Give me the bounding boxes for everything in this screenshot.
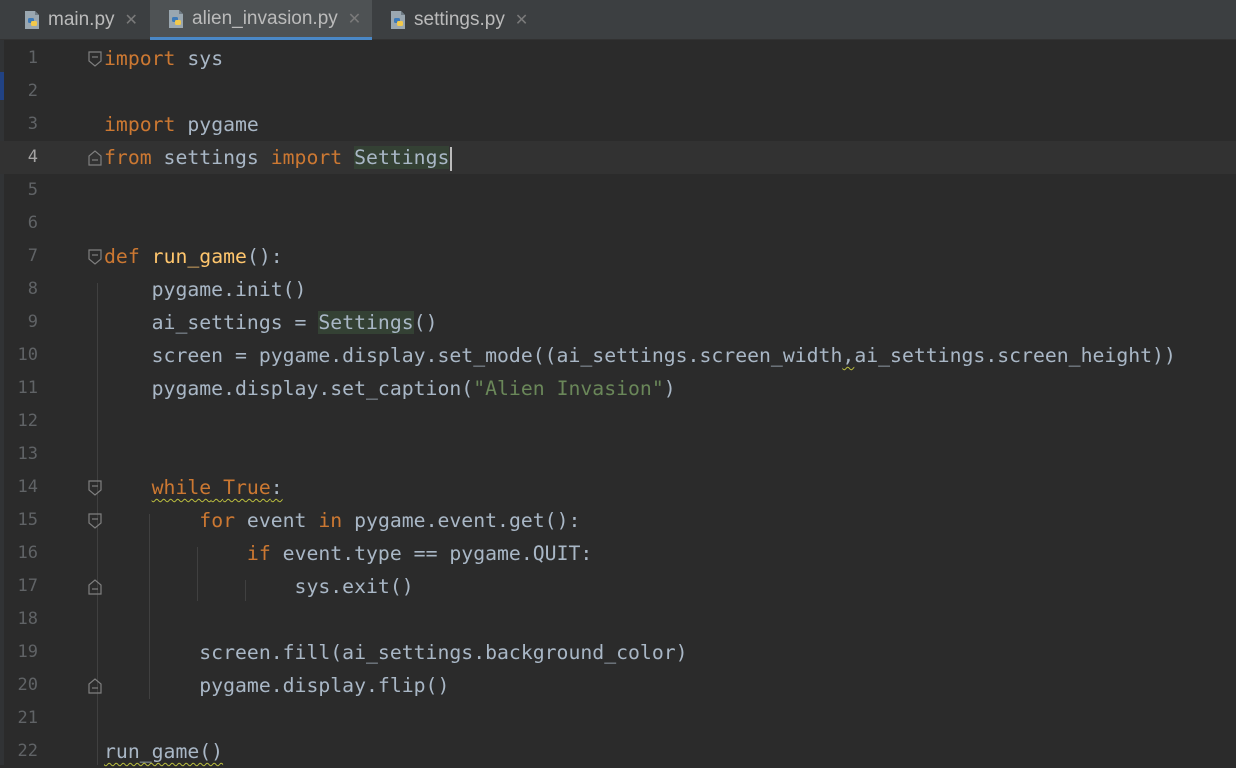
line-number: 18 (17, 609, 38, 629)
code-line[interactable]: 5 (0, 174, 1236, 207)
line-number: 3 (27, 114, 38, 134)
code-text: def run_game(): (104, 245, 283, 268)
code-line[interactable]: 7 def run_game(): (0, 240, 1236, 273)
code-editor[interactable]: 1 import sys 2 3 import pygame 4 from se… (0, 40, 1236, 765)
line-number: 9 (27, 312, 38, 332)
code-line[interactable]: 8 pygame.init() (0, 273, 1236, 306)
fold-open-icon[interactable] (88, 513, 102, 529)
code-text: import sys (104, 47, 224, 70)
text-caret (450, 146, 453, 171)
code-line[interactable]: 1 import sys (0, 42, 1236, 75)
code-text: pygame.init() (104, 278, 307, 301)
close-icon[interactable]: ✕ (515, 10, 528, 30)
code-text: ai_settings = Settings() (104, 311, 438, 334)
line-number: 10 (17, 345, 38, 365)
code-line[interactable]: 9 ai_settings = Settings() (0, 306, 1236, 339)
line-number: 20 (17, 675, 38, 695)
line-number: 14 (17, 477, 38, 497)
line-number: 2 (27, 81, 38, 101)
code-line[interactable]: 21 (0, 702, 1236, 735)
code-text: screen.fill(ai_settings.background_color… (104, 641, 688, 664)
code-line[interactable]: 22 run_game() (0, 735, 1236, 768)
tab-alien-invasion-py[interactable]: alien_invasion.py ✕ (150, 0, 372, 40)
python-file-icon (25, 11, 39, 29)
fold-open-icon[interactable] (88, 249, 102, 265)
line-number: 12 (17, 411, 38, 431)
line-number: 1 (27, 48, 38, 68)
tab-label: settings.py (414, 9, 505, 30)
line-number: 16 (17, 543, 38, 563)
code-line[interactable]: 16 if event.type == pygame.QUIT: (0, 537, 1236, 570)
code-line[interactable]: 14 while True: (0, 471, 1236, 504)
code-text: screen = pygame.display.set_mode((ai_set… (104, 344, 1176, 367)
code-line[interactable]: 6 (0, 207, 1236, 240)
code-line[interactable]: 3 import pygame (0, 108, 1236, 141)
code-line[interactable]: 17 sys.exit() (0, 570, 1236, 603)
line-number: 8 (27, 279, 38, 299)
code-line[interactable]: 10 screen = pygame.display.set_mode((ai_… (0, 339, 1236, 372)
line-number: 21 (17, 708, 38, 728)
line-number: 11 (17, 378, 38, 398)
code-text: sys.exit() (104, 575, 414, 598)
fold-close-icon[interactable] (88, 150, 102, 166)
code-line[interactable]: 12 (0, 405, 1236, 438)
tab-label: alien_invasion.py (192, 7, 338, 29)
code-line[interactable]: 2 (0, 75, 1236, 108)
code-text: if event.type == pygame.QUIT: (246, 542, 593, 565)
current-line[interactable]: 4 from settings import Settings (0, 141, 1236, 174)
line-number: 6 (27, 213, 38, 233)
fold-open-icon[interactable] (88, 51, 102, 67)
close-icon[interactable]: ✕ (348, 9, 361, 29)
code-line[interactable]: 15 for event in pygame.event.get(): (0, 504, 1236, 537)
line-number: 19 (17, 642, 38, 662)
code-line[interactable]: 19 screen.fill(ai_settings.background_co… (0, 636, 1236, 669)
editor-tab-bar: main.py ✕ alien_invasion.py ✕ settings.p… (0, 0, 1236, 40)
code-line[interactable]: 11 pygame.display.set_caption("Alien Inv… (0, 372, 1236, 405)
line-number: 22 (17, 741, 38, 761)
code-line[interactable]: 18 (0, 603, 1236, 636)
python-file-icon (391, 11, 405, 29)
line-number: 4 (27, 147, 38, 167)
line-number: 7 (27, 246, 38, 266)
code-text: for event in pygame.event.get(): (199, 509, 581, 532)
code-text: while True: (151, 476, 283, 499)
tab-settings-py[interactable]: settings.py ✕ (372, 0, 542, 40)
python-file-icon (169, 9, 183, 28)
fold-open-icon[interactable] (88, 480, 102, 496)
line-number: 17 (17, 576, 38, 596)
code-text: run_game() (104, 740, 224, 763)
fold-close-icon[interactable] (88, 579, 102, 595)
code-text: from settings import Settings (104, 141, 453, 174)
code-text: import pygame (104, 113, 259, 136)
line-number: 5 (27, 180, 38, 200)
line-number: 13 (17, 444, 38, 464)
code-line[interactable]: 13 (0, 438, 1236, 471)
code-text: pygame.display.set_caption("Alien Invasi… (104, 377, 676, 400)
code-text: pygame.display.flip() (104, 674, 450, 697)
line-number: 15 (17, 510, 38, 530)
code-line[interactable]: 20 pygame.display.flip() (0, 669, 1236, 702)
close-icon[interactable]: ✕ (125, 10, 138, 30)
tab-label: main.py (48, 9, 115, 30)
fold-close-icon[interactable] (88, 678, 102, 694)
tab-main-py[interactable]: main.py ✕ (0, 0, 150, 40)
